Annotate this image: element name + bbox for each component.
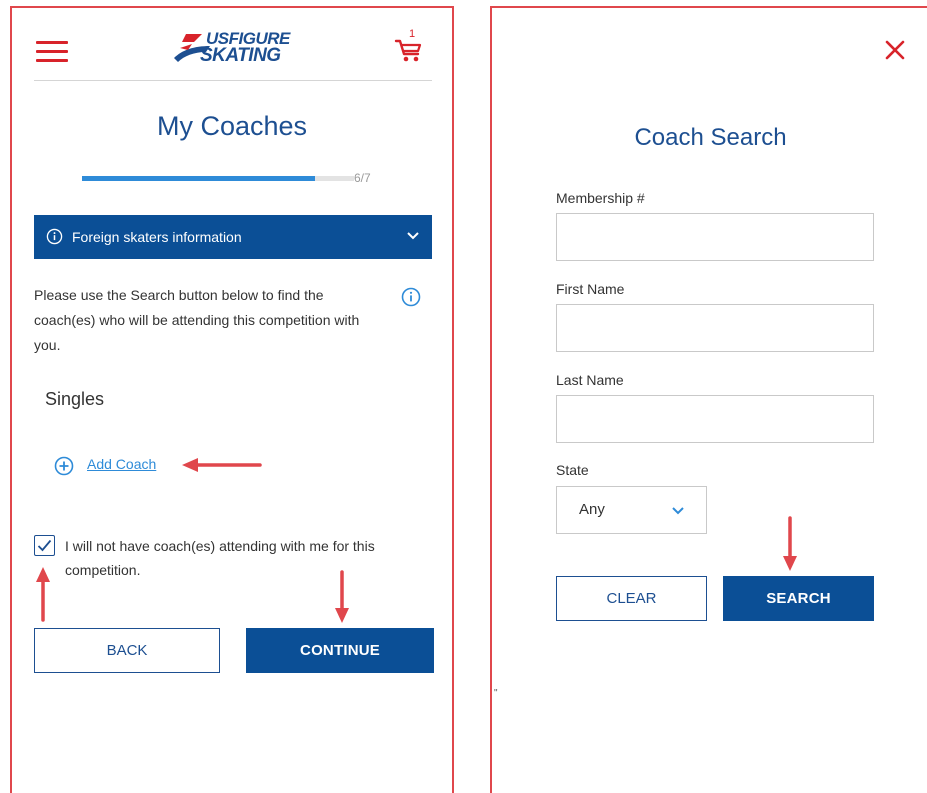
- page-title: My Coaches: [156, 111, 308, 141]
- annotation-arrow-down: [783, 516, 797, 571]
- first-name-input[interactable]: [556, 304, 874, 352]
- singles-section-title: Singles: [45, 389, 105, 409]
- foreign-skaters-info-banner[interactable]: Foreign skaters information: [34, 215, 432, 259]
- state-label: State: [556, 462, 589, 478]
- stray-quote-mark: ": [494, 688, 498, 699]
- progress-bar: [82, 176, 354, 181]
- chevron-down-icon: [672, 507, 684, 515]
- state-select[interactable]: Any: [556, 486, 707, 534]
- first-name-label: First Name: [556, 281, 625, 297]
- modal-title: Coach Search: [634, 124, 787, 151]
- close-x-icon[interactable]: [884, 39, 906, 61]
- annotation-arrow-up: [36, 567, 50, 622]
- membership-input[interactable]: [556, 213, 874, 261]
- chevron-down-icon: [407, 232, 419, 240]
- no-coach-checkbox[interactable]: [34, 535, 55, 556]
- logo-line-2: SKATING: [200, 45, 281, 66]
- info-circle-icon: [46, 228, 63, 245]
- state-select-value: Any: [579, 501, 605, 518]
- coach-search-modal: Coach Search Membership # First Name Las…: [490, 6, 927, 793]
- banner-label: Foreign skaters information: [72, 229, 242, 245]
- no-coach-checkbox-label: I will not have coach(es) attending with…: [65, 538, 375, 578]
- continue-button[interactable]: CONTINUE: [246, 628, 434, 673]
- progress-step-label: 6/7: [354, 171, 371, 185]
- add-coach-label: Add Coach: [87, 456, 157, 472]
- info-circle-icon[interactable]: [401, 287, 421, 307]
- shopping-cart-icon[interactable]: 1: [394, 28, 424, 64]
- hamburger-menu-icon[interactable]: [36, 41, 68, 63]
- plus-circle-icon: [54, 456, 74, 476]
- search-instructions: Please use the Search button below to fi…: [34, 287, 360, 353]
- back-button[interactable]: BACK: [34, 628, 220, 673]
- search-button[interactable]: SEARCH: [723, 576, 874, 621]
- clear-button[interactable]: CLEAR: [556, 576, 707, 621]
- membership-label: Membership #: [556, 190, 645, 206]
- us-figure-skating-logo[interactable]: USFIGURE SKATING: [172, 28, 292, 68]
- checkmark-icon: [37, 539, 52, 552]
- progress-bar-fill: [82, 176, 316, 181]
- last-name-label: Last Name: [556, 372, 624, 388]
- annotation-arrow-left: [182, 458, 262, 472]
- header-divider: [34, 80, 432, 81]
- annotation-arrow-down: [335, 570, 349, 623]
- my-coaches-panel: USFIGURE SKATING 1 My Coaches 6/7 Foreig…: [10, 6, 454, 793]
- last-name-input[interactable]: [556, 395, 874, 443]
- cart-count-badge: 1: [409, 28, 416, 40]
